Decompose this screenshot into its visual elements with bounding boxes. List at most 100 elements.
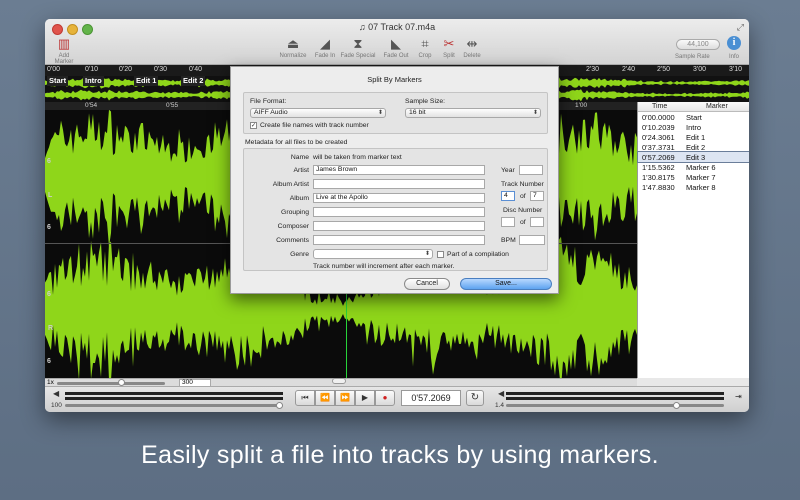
sample-size-select[interactable]: 16 bit [405, 108, 541, 118]
add-marker-button[interactable]: ▥ Add Marker [49, 36, 79, 65]
delete-icon: ⇹ [466, 36, 478, 51]
info-icon[interactable]: i [727, 36, 741, 50]
track-of-label: of [520, 193, 526, 200]
split-by-markers-dialog: Split By Markers File Format: AIFF Audio… [230, 66, 559, 294]
marker-column-header[interactable]: Marker [706, 103, 728, 110]
crop-button[interactable]: ⌗ Crop [414, 36, 436, 59]
ruler-tick: 1'00 [575, 102, 588, 109]
album-field[interactable]: Live at the Apollo [313, 193, 485, 203]
marker-list-row[interactable]: 1'15.5362 Marker 6 [638, 162, 749, 172]
create-names-checkbox[interactable]: ✓ [250, 122, 257, 129]
volume-value: 100 [51, 402, 62, 409]
volume-slider[interactable] [65, 404, 283, 407]
marker-name: Edit 1 [686, 133, 706, 142]
fade-special-icon: ⧗ [353, 36, 363, 51]
artist-field[interactable]: James Brown [313, 165, 485, 175]
marker-time: 0'00.0000 [642, 113, 675, 122]
fade-special-button[interactable]: ⧗ Fade Special [340, 36, 376, 59]
ruler-tick: 0'00 [47, 66, 61, 73]
save-button[interactable]: Save... [460, 278, 552, 290]
comments-field[interactable] [313, 235, 485, 245]
marker-time: 1'30.8175 [642, 173, 675, 182]
marker-list-row[interactable]: 0'10.2039 Intro [638, 122, 749, 132]
fade-out-button[interactable]: ◣ Fade Out [381, 36, 411, 59]
marker-flag[interactable]: Edit 1 [134, 76, 159, 86]
marker-list-row[interactable]: 0'00.0000 Start [638, 112, 749, 122]
disc-number-field[interactable] [501, 217, 515, 227]
zoom-factor: 1x [47, 379, 54, 386]
marker-list-row[interactable]: 0'57.2069 Edit 3 [637, 151, 749, 163]
marker-name: Marker 8 [686, 183, 716, 192]
volume-slider-thumb[interactable] [276, 402, 283, 409]
left-level-meter [65, 392, 283, 395]
fast-forward-icon: ⏩ [340, 393, 350, 402]
title-bar: ♫ 07 Track 07.m4a ⤢ ▥ Add Marker ⏏ Normali… [45, 19, 749, 65]
compilation-checkbox[interactable] [437, 251, 444, 258]
marker-time: 0'57.2069 [642, 153, 675, 162]
bpm-field[interactable] [519, 235, 545, 245]
app-window: ♫ 07 Track 07.m4a ⤢ ▥ Add Marker ⏏ Normali… [45, 19, 749, 412]
disc-total-field[interactable] [530, 217, 544, 227]
track-number-field[interactable]: 4 [501, 191, 515, 201]
skip-back-icon: ⏮ [301, 393, 309, 402]
album-artist-field[interactable] [313, 179, 485, 189]
marker-list-row[interactable]: 1'30.8175 Marker 7 [638, 172, 749, 182]
zoom-slider[interactable] [57, 382, 165, 385]
speaker-icon: ◀ [53, 389, 60, 398]
sample-size-label: Sample Size: [405, 98, 446, 105]
fullscreen-icon[interactable]: ⤢ [737, 22, 744, 33]
marker-flag[interactable]: Start [47, 76, 69, 86]
time-column-header[interactable]: Time [652, 103, 667, 110]
marker-time: 0'37.3731 [642, 143, 675, 152]
genre-combo[interactable] [313, 249, 433, 259]
marker-time: 1'47.8830 [642, 183, 675, 192]
fade-in-icon: ◢ [320, 36, 330, 51]
sample-rate-label: Sample Rate [675, 54, 710, 60]
fast-forward-button[interactable]: ⏩ [335, 390, 355, 406]
ruler-tick: 0'20 [119, 66, 133, 73]
ruler-tick: 0'40 [189, 66, 203, 73]
zoom-slider-thumb[interactable] [118, 379, 125, 386]
output-icon[interactable]: ⇥ [735, 392, 742, 401]
fade-in-button[interactable]: ◢ Fade In [312, 36, 338, 59]
marker-list-header: Time Marker [638, 102, 749, 112]
split-button[interactable]: ✂ Split [438, 36, 460, 59]
rewind-to-start-button[interactable]: ⏮ [295, 390, 315, 406]
delete-button[interactable]: ⇹ Delete [460, 36, 484, 59]
window-title: ♫ 07 Track 07.m4a [358, 22, 436, 32]
marker-list-row[interactable]: 0'37.3731 Edit 2 [638, 142, 749, 152]
track-total-field[interactable]: 7 [530, 191, 544, 201]
sample-rate-select[interactable]: 44,100 [676, 39, 720, 50]
scale-label: 6 [47, 158, 51, 165]
marker-list-row[interactable]: 0'24.3061 Edit 1 [638, 132, 749, 142]
play-button[interactable]: ▶ [355, 390, 375, 406]
year-field[interactable] [519, 165, 543, 175]
record-button[interactable]: ● [375, 390, 395, 406]
rewind-button[interactable]: ⏪ [315, 390, 335, 406]
ruler-tick: 0'55 [166, 102, 179, 109]
right-level-meter [506, 397, 724, 400]
loop-button[interactable]: ↻ [466, 390, 484, 406]
ruler-tick: 3'00 [693, 66, 707, 73]
time-display: 0'57.2069 [401, 390, 461, 406]
composer-field[interactable] [313, 221, 485, 231]
grouping-label: Grouping [281, 209, 309, 216]
normalize-button[interactable]: ⏏ Normalize [278, 36, 308, 59]
marker-flag[interactable]: Edit 2 [181, 76, 206, 86]
marker-name: Marker 6 [686, 163, 716, 172]
zoom-bar: 1x 300 [45, 378, 637, 387]
year-label: Year [501, 167, 515, 174]
marker-name: Start [686, 113, 702, 122]
playback-rate-slider[interactable] [506, 404, 724, 407]
info-label: Info [729, 54, 740, 60]
ruler-tick: 2'50 [657, 66, 671, 73]
ruler-tick: 2'30 [586, 66, 600, 73]
marker-list-row[interactable]: 1'47.8830 Marker 8 [638, 182, 749, 192]
horizontal-scroll-thumb[interactable] [332, 378, 346, 384]
playback-rate-thumb[interactable] [673, 402, 680, 409]
play-icon: ▶ [361, 393, 369, 402]
cancel-button[interactable]: Cancel [404, 278, 450, 290]
marker-flag[interactable]: Intro [83, 76, 104, 86]
file-format-select[interactable]: AIFF Audio [250, 108, 386, 118]
grouping-field[interactable] [313, 207, 485, 217]
